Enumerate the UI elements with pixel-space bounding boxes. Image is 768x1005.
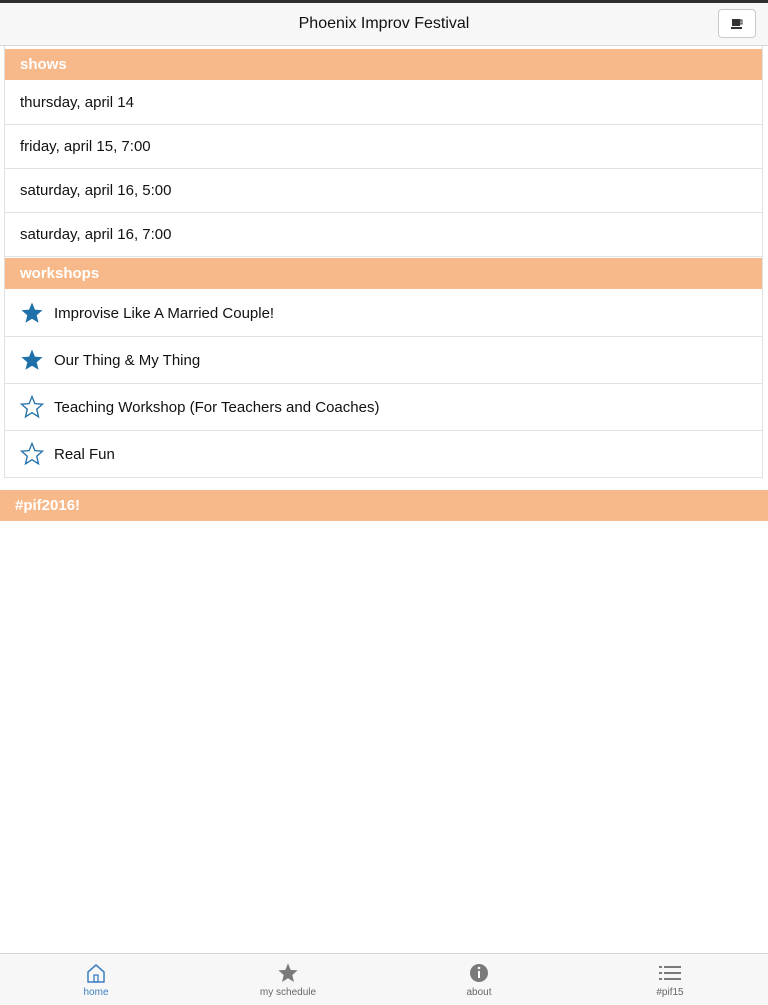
star-outline-icon[interactable] bbox=[20, 395, 44, 419]
workshop-title: Teaching Workshop (For Teachers and Coac… bbox=[54, 398, 380, 416]
star-filled-icon[interactable] bbox=[20, 301, 44, 325]
tab-my-schedule[interactable]: my schedule bbox=[228, 954, 348, 1005]
list-item-workshop[interactable]: Real Fun bbox=[5, 431, 762, 478]
tab-hashtag[interactable]: #pif15 bbox=[610, 954, 730, 1005]
show-date-label: saturday, april 16, 7:00 bbox=[20, 226, 172, 243]
show-date-label: friday, april 15, 7:00 bbox=[20, 138, 151, 155]
tab-label: #pif15 bbox=[656, 986, 684, 998]
tab-about[interactable]: about bbox=[419, 954, 539, 1005]
section-header-shows: shows bbox=[5, 49, 762, 80]
list-item-workshop[interactable]: Our Thing & My Thing bbox=[5, 337, 762, 384]
list-item-show[interactable]: thursday, april 14 bbox=[5, 81, 762, 125]
workshop-title: Improvise Like A Married Couple! bbox=[54, 304, 275, 322]
star-filled-icon[interactable] bbox=[20, 348, 44, 372]
tab-home[interactable]: home bbox=[36, 954, 156, 1005]
list-icon bbox=[659, 965, 681, 980]
workshop-title: Our Thing & My Thing bbox=[54, 351, 201, 369]
section-header-hashtag: #pif2016! bbox=[0, 490, 768, 521]
list-item-show[interactable]: saturday, april 16, 7:00 bbox=[5, 213, 762, 257]
page-title: Phoenix Improv Festival bbox=[298, 15, 470, 32]
app-header: Phoenix Improv Festival bbox=[0, 3, 768, 46]
info-icon bbox=[470, 963, 488, 982]
star-outline-icon[interactable] bbox=[20, 442, 44, 466]
tab-label: about bbox=[466, 986, 492, 998]
header-menu-button[interactable] bbox=[718, 9, 756, 38]
star-icon bbox=[278, 962, 298, 982]
section-header-workshops: workshops bbox=[5, 258, 762, 289]
list-item-workshop[interactable]: Improvise Like A Married Couple! bbox=[5, 290, 762, 337]
home-icon bbox=[87, 963, 105, 983]
coffee-cup-icon bbox=[731, 18, 743, 29]
tab-label: my schedule bbox=[259, 986, 317, 998]
show-date-label: saturday, april 16, 5:00 bbox=[20, 182, 172, 199]
list-right-border bbox=[762, 46, 763, 478]
list-item-show[interactable]: saturday, april 16, 5:00 bbox=[5, 169, 762, 213]
tab-bar: home my schedule about #pif15 bbox=[0, 953, 768, 1005]
workshop-title: Real Fun bbox=[54, 445, 115, 463]
show-date-label: thursday, april 14 bbox=[20, 94, 134, 111]
tab-label: home bbox=[83, 986, 109, 998]
list-item-show[interactable]: friday, april 15, 7:00 bbox=[5, 125, 762, 169]
list-item-workshop[interactable]: Teaching Workshop (For Teachers and Coac… bbox=[5, 384, 762, 431]
